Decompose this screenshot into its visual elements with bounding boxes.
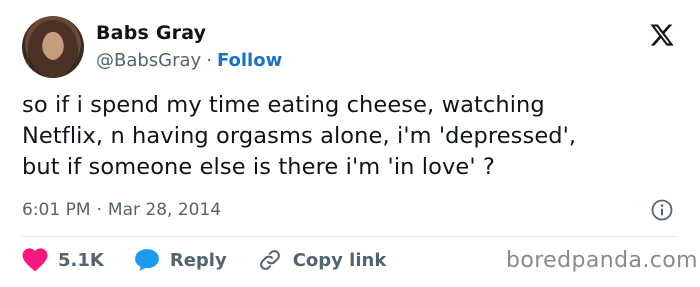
link-icon — [259, 250, 280, 270]
follow-button[interactable]: Follow — [217, 50, 282, 71]
author-handle[interactable]: @BabsGray — [96, 50, 201, 71]
handle-line: @BabsGray · Follow — [96, 50, 282, 71]
tweet-text-line: Netflix, n having orgasms alone, i'm 'de… — [22, 123, 577, 149]
watermark: boredpanda.com — [506, 248, 698, 273]
tweet-text-line: so if i spend my time eating cheese, wat… — [22, 92, 545, 118]
x-logo-icon[interactable] — [648, 22, 676, 48]
divider — [22, 236, 678, 237]
tweet-date: Mar 28, 2014 — [107, 200, 222, 220]
copy-link-label: Copy link — [292, 249, 387, 271]
author-name[interactable]: Babs Gray — [96, 22, 206, 44]
avatar-face — [43, 32, 63, 60]
action-bar: 5.1K Reply Copy link — [22, 245, 416, 275]
heart-icon — [22, 248, 48, 272]
tweet-card: Babs Gray @BabsGray · Follow so if i spend… — [0, 0, 700, 287]
like-count: 5.1K — [58, 249, 104, 271]
info-icon[interactable] — [650, 198, 674, 222]
tweet-time: 6:01 PM — [22, 200, 91, 220]
like-button[interactable]: 5.1K — [22, 248, 104, 272]
reply-button[interactable]: Reply — [134, 248, 227, 272]
tweet-text-line: but if someone else is there i'm 'in lov… — [22, 154, 495, 180]
tweet-text: so if i spend my time eating cheese, wat… — [22, 90, 682, 183]
tweet-timestamp[interactable]: 6:01 PM · Mar 28, 2014 — [22, 200, 221, 220]
reply-label: Reply — [169, 249, 227, 271]
copy-link-button[interactable]: Copy link — [257, 248, 387, 272]
timestamp-separator: · — [96, 200, 102, 220]
handle-separator: · — [206, 50, 212, 71]
avatar[interactable] — [22, 16, 84, 78]
speech-bubble-icon — [134, 249, 159, 271]
